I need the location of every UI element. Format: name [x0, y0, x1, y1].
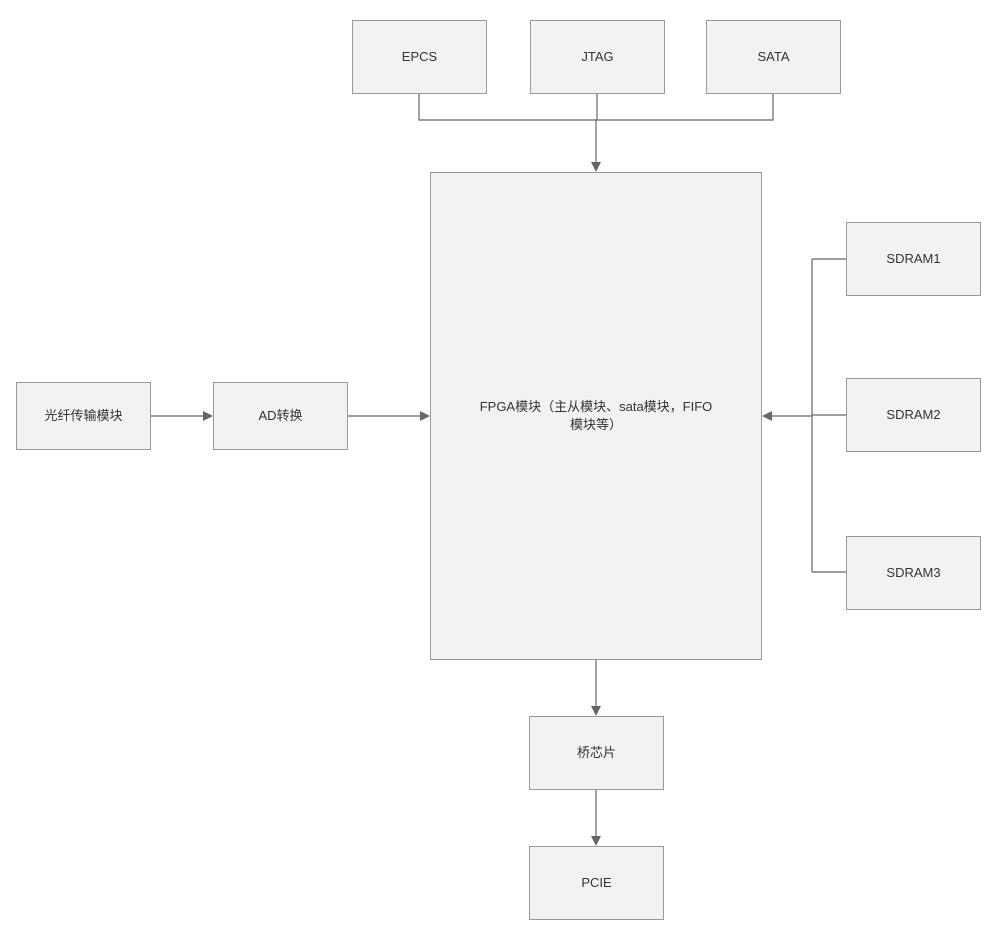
bridge-block: 桥芯片 [529, 716, 664, 790]
fpga-label: FPGA模块（主从模块、sata模块，FIFO模块等） [476, 398, 716, 434]
epcs-block: EPCS [352, 20, 487, 94]
sdram3-label: SDRAM3 [886, 564, 940, 582]
ad-label: AD转换 [258, 407, 302, 425]
jtag-label: JTAG [581, 48, 613, 66]
sdram2-block: SDRAM2 [846, 378, 981, 452]
fiber-label: 光纤传输模块 [44, 407, 122, 425]
sata-label: SATA [757, 48, 789, 66]
fpga-block: FPGA模块（主从模块、sata模块，FIFO模块等） [430, 172, 762, 660]
pcie-label: PCIE [581, 874, 611, 892]
fiber-block: 光纤传输模块 [16, 382, 151, 450]
bridge-label: 桥芯片 [577, 744, 616, 762]
sdram1-block: SDRAM1 [846, 222, 981, 296]
epcs-label: EPCS [402, 48, 437, 66]
sdram2-label: SDRAM2 [886, 406, 940, 424]
sdram3-block: SDRAM3 [846, 536, 981, 610]
sata-block: SATA [706, 20, 841, 94]
jtag-block: JTAG [530, 20, 665, 94]
sdram1-label: SDRAM1 [886, 250, 940, 268]
ad-block: AD转换 [213, 382, 348, 450]
pcie-block: PCIE [529, 846, 664, 920]
